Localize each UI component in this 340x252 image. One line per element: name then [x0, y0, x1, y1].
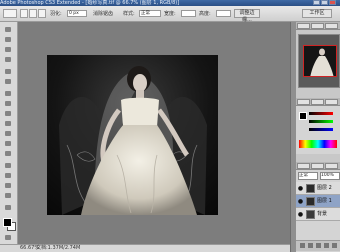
layer-row[interactable]: ● 图层 1: [296, 195, 340, 208]
close-icon[interactable]: [329, 0, 336, 5]
red-slider[interactable]: [309, 112, 333, 115]
blend-mode-select[interactable]: 正常: [298, 172, 318, 180]
foreground-color-swatch[interactable]: [3, 218, 12, 227]
layer-thumbnail: [306, 184, 315, 193]
opacity-input[interactable]: 100%: [320, 172, 340, 180]
blue-slider[interactable]: [309, 128, 333, 131]
eye-icon[interactable]: ●: [297, 211, 304, 218]
options-bar: 羽化: 0 px 消除锯齿 样式: 正常 宽度: 高度: 调整边缘... 工作区: [0, 6, 340, 23]
navigator-preview[interactable]: [298, 34, 340, 88]
marquee-tool-preset-icon[interactable]: [3, 9, 17, 18]
style-label: 样式:: [123, 11, 135, 17]
type-tool-icon[interactable]: [3, 172, 14, 180]
new-layer-icon[interactable]: [324, 243, 329, 248]
layers-panel-tabs: [296, 162, 340, 170]
layer-name: 图层 2: [317, 185, 332, 191]
slice-tool-icon[interactable]: [3, 78, 14, 86]
tab-swatches[interactable]: [311, 99, 324, 105]
navigator-thumbnail: [310, 48, 334, 76]
magic-wand-tool-icon[interactable]: [3, 56, 14, 64]
toolbox: [0, 22, 18, 244]
layer-thumbnail: [306, 210, 315, 219]
layer-name: 背景: [317, 211, 328, 217]
layer-name: 图层 1: [317, 198, 332, 204]
width-label: 宽度:: [164, 11, 176, 17]
color-ramp[interactable]: [299, 140, 337, 148]
maximize-icon[interactable]: [321, 0, 328, 5]
tab-info[interactable]: [325, 23, 338, 29]
layer-row[interactable]: ● 背景: [296, 208, 340, 221]
eye-icon[interactable]: ●: [297, 198, 304, 205]
width-input[interactable]: [181, 10, 196, 17]
refine-edge-button[interactable]: 调整边缘...: [234, 9, 260, 23]
feather-input[interactable]: 0 px: [67, 10, 87, 17]
tab-paths[interactable]: [325, 163, 338, 169]
lasso-tool-icon[interactable]: [3, 46, 14, 54]
green-slider[interactable]: [309, 120, 333, 123]
link-layers-icon[interactable]: [300, 243, 305, 248]
layer-row[interactable]: ● 图层 2: [296, 182, 340, 195]
bride-photo: [59, 66, 207, 215]
antialias-label[interactable]: 消除锯齿: [93, 10, 113, 17]
layers-panel: 正常 100% ● 图层 2 ● 图层 1 ● 背景: [296, 162, 340, 252]
pen-tool-icon[interactable]: [3, 162, 14, 170]
new-group-icon[interactable]: [316, 243, 321, 248]
subtract-selection-icon[interactable]: [38, 9, 46, 18]
layer-thumbnail: [306, 197, 315, 206]
color-panel-foreground-icon[interactable]: [299, 112, 307, 120]
style-select[interactable]: 正常: [139, 10, 161, 17]
hand-tool-icon[interactable]: [3, 204, 14, 212]
crop-tool-icon[interactable]: [3, 68, 14, 76]
feather-label: 羽化:: [50, 11, 62, 17]
color-panel-tabs: [296, 98, 340, 106]
healing-brush-tool-icon[interactable]: [3, 90, 14, 98]
tab-layers[interactable]: [297, 163, 310, 169]
new-selection-icon[interactable]: [20, 9, 28, 18]
trash-icon[interactable]: [332, 243, 337, 248]
tab-histogram[interactable]: [311, 23, 324, 29]
layers-footer: [296, 240, 340, 251]
add-selection-icon[interactable]: [29, 9, 37, 18]
workspace-button[interactable]: 工作区: [302, 9, 332, 18]
status-bar: 66.67% 文档:1.37M/2.74M: [0, 244, 290, 252]
eye-icon[interactable]: ●: [297, 185, 304, 192]
gradient-tool-icon[interactable]: [3, 140, 14, 148]
document-info[interactable]: 文档:1.37M/2.74M: [36, 245, 80, 252]
clone-stamp-tool-icon[interactable]: [3, 110, 14, 118]
document-canvas[interactable]: [47, 55, 218, 215]
quick-mask-icon[interactable]: [3, 234, 14, 242]
color-panel: [296, 98, 340, 154]
marquee-tool-icon[interactable]: [3, 36, 14, 44]
height-input[interactable]: [216, 10, 231, 17]
tab-channels[interactable]: [311, 163, 324, 169]
shape-tool-icon[interactable]: [3, 192, 14, 200]
add-mask-icon[interactable]: [308, 243, 313, 248]
path-selection-tool-icon[interactable]: [3, 182, 14, 190]
height-label: 高度:: [199, 11, 211, 17]
tab-styles[interactable]: [325, 99, 338, 105]
tab-color[interactable]: [297, 99, 310, 105]
minimize-icon[interactable]: [313, 0, 320, 5]
move-tool-icon[interactable]: [3, 26, 14, 34]
panel-dock: 正常 100% ● 图层 2 ● 图层 1 ● 背景: [296, 22, 340, 252]
dodge-tool-icon[interactable]: [3, 150, 14, 158]
navigator-panel-tabs: [296, 22, 340, 30]
navigator-view-box[interactable]: [303, 45, 337, 77]
tab-navigator[interactable]: [297, 23, 310, 29]
brush-tool-icon[interactable]: [3, 100, 14, 108]
history-brush-tool-icon[interactable]: [3, 120, 14, 128]
eraser-tool-icon[interactable]: [3, 130, 14, 138]
